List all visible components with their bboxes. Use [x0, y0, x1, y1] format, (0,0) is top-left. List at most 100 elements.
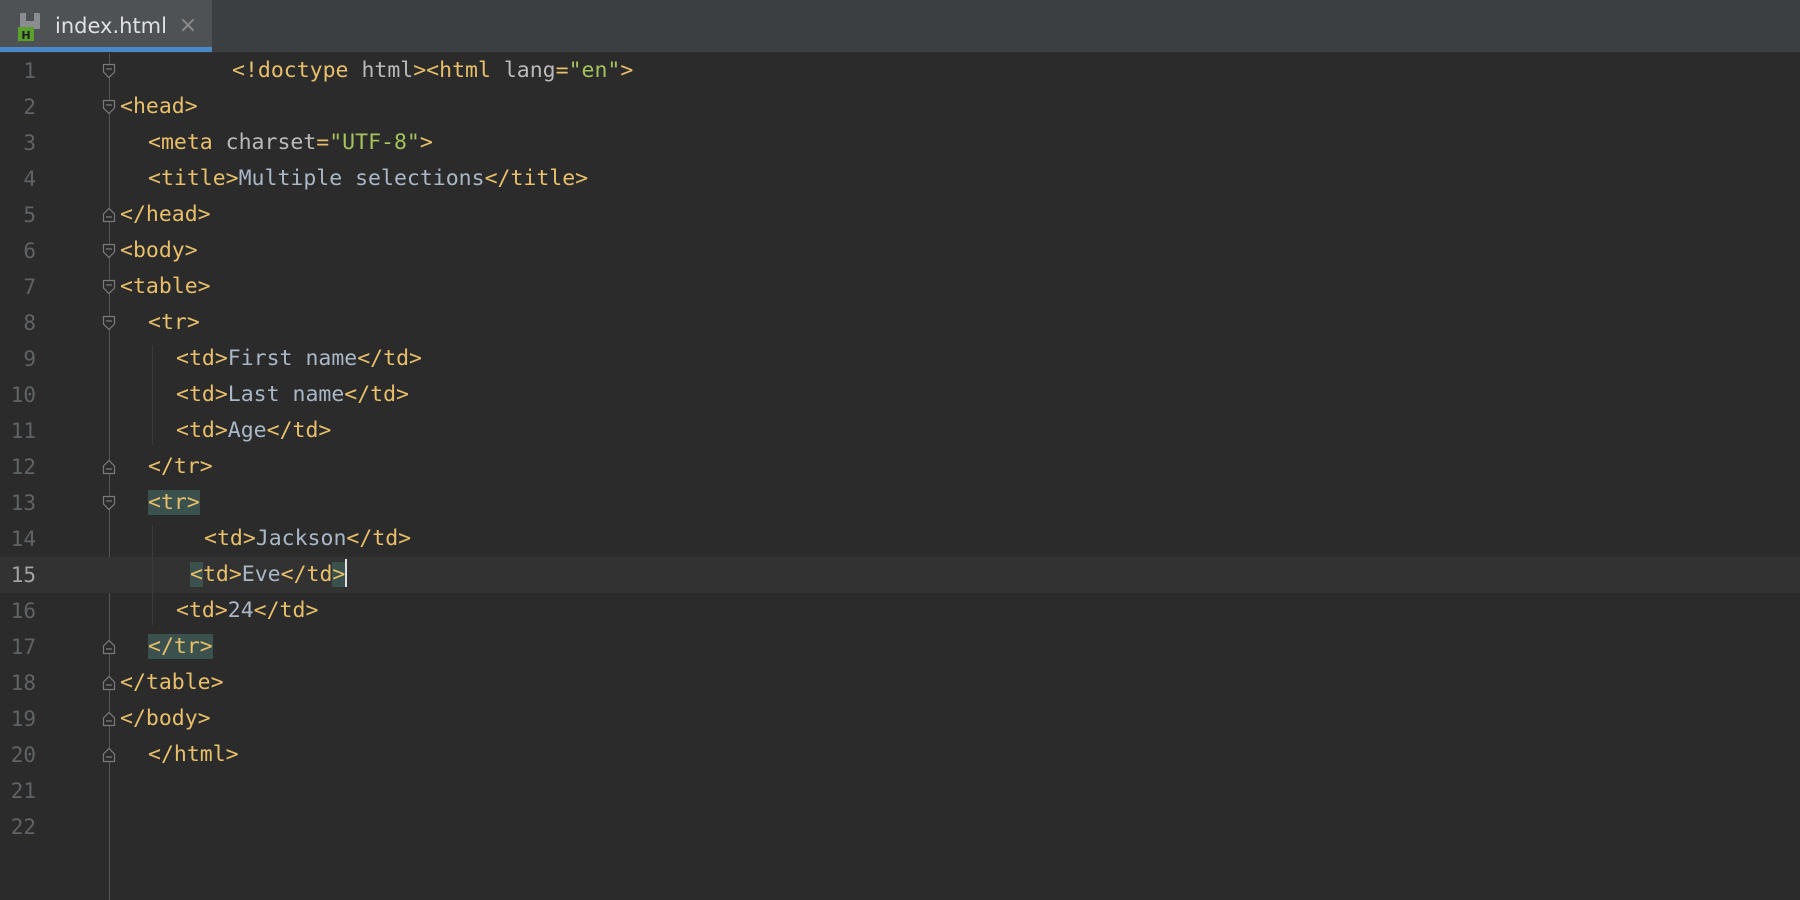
indent-guide: [152, 345, 153, 445]
line-number: 5: [23, 203, 36, 227]
code-token: </td>: [346, 526, 412, 551]
code-token: <td>: [204, 526, 256, 551]
code-token: </table>: [120, 670, 224, 695]
code-token: </body>: [120, 706, 211, 731]
code-token: <tr>: [148, 490, 200, 515]
code-token: Last name: [227, 382, 345, 407]
fold-open-icon[interactable]: [102, 63, 116, 79]
fold-close-icon[interactable]: [102, 675, 116, 691]
code-text: </html>: [148, 737, 239, 773]
code-token: <: [190, 562, 203, 587]
code-token: >: [419, 130, 433, 155]
code-text: <td>Eve</td>: [190, 557, 348, 593]
code-token: <body>: [120, 238, 198, 263]
line-number: 6: [23, 239, 36, 263]
code-line[interactable]: 17 </tr>: [0, 629, 1800, 665]
fold-close-icon[interactable]: [102, 711, 116, 727]
code-token: =: [316, 130, 330, 155]
code-line[interactable]: 8 <tr>: [0, 305, 1800, 341]
code-text: </tr>: [148, 629, 213, 665]
code-token: >: [620, 58, 634, 83]
code-token: Multiple selections: [238, 166, 485, 191]
line-number: 4: [23, 167, 36, 191]
code-text: <head>: [120, 89, 198, 125]
code-token: 24: [227, 598, 254, 623]
close-tab-icon[interactable]: ×: [176, 14, 200, 38]
code-text: </body>: [120, 701, 211, 737]
editor-tab-bar: H index.html ×: [0, 0, 1800, 53]
code-line[interactable]: 21: [0, 773, 1800, 809]
code-line[interactable]: 4 <title>Multiple selections</title>: [0, 161, 1800, 197]
line-number: 8: [23, 311, 36, 335]
line-number: 19: [10, 707, 36, 731]
code-line[interactable]: 1 <!doctype html><html lang="en">: [0, 53, 1800, 89]
code-line[interactable]: 18 </table>: [0, 665, 1800, 701]
code-token: <td>: [176, 418, 228, 443]
code-token: html: [361, 58, 414, 83]
code-line[interactable]: 22: [0, 809, 1800, 845]
fold-open-icon[interactable]: [102, 495, 116, 511]
code-text: </tr>: [148, 449, 213, 485]
code-text: <td>Last name</td>: [176, 377, 409, 413]
html-file-icon: H: [18, 13, 40, 41]
code-line[interactable]: 13 <tr>: [0, 485, 1800, 521]
fold-open-icon[interactable]: [102, 315, 116, 331]
line-number: 3: [23, 131, 36, 155]
code-line[interactable]: 7 <table>: [0, 269, 1800, 305]
code-line[interactable]: 10 <td>Last name</td>: [0, 377, 1800, 413]
tab-index-html[interactable]: H index.html ×: [0, 0, 212, 52]
code-token: "UTF-8": [329, 130, 420, 155]
line-number: 20: [10, 743, 36, 767]
code-token: </td>: [266, 418, 332, 443]
fold-open-icon[interactable]: [102, 279, 116, 295]
fold-close-icon[interactable]: [102, 639, 116, 655]
code-token: <td>: [176, 382, 228, 407]
code-line[interactable]: 3 <meta charset="UTF-8">: [0, 125, 1800, 161]
code-line[interactable]: 12 </tr>: [0, 449, 1800, 485]
code-text: <td>24</td>: [176, 593, 318, 629]
code-token: charset: [225, 130, 317, 155]
code-token: <table>: [120, 274, 211, 299]
code-token: <meta: [148, 130, 226, 155]
code-token: >: [332, 562, 346, 587]
line-number: 22: [10, 815, 36, 839]
code-line[interactable]: 5 </head>: [0, 197, 1800, 233]
text-caret: [345, 559, 348, 587]
code-token: Age: [227, 418, 267, 443]
code-token: </title>: [484, 166, 589, 191]
code-line[interactable]: 11 <td>Age</td>: [0, 413, 1800, 449]
indent-guide: [152, 525, 153, 625]
fold-close-icon[interactable]: [102, 459, 116, 475]
code-text: <td>Age</td>: [176, 413, 331, 449]
code-token: lang: [503, 58, 556, 83]
line-number: 12: [10, 455, 36, 479]
code-line[interactable]: 16 <td>24</td>: [0, 593, 1800, 629]
line-number: 14: [10, 527, 36, 551]
code-text: <td>First name</td>: [176, 341, 422, 377]
code-line[interactable]: 2 <head>: [0, 89, 1800, 125]
code-token: <title>: [148, 166, 239, 191]
code-editor[interactable]: 1 <!doctype html><html lang="en"> 2 <head> 3…: [0, 53, 1800, 900]
fold-open-icon[interactable]: [102, 243, 116, 259]
line-number: 18: [10, 671, 36, 695]
code-text: </head>: [120, 197, 211, 233]
code-token: </td>: [357, 346, 422, 371]
fold-close-icon[interactable]: [102, 207, 116, 223]
code-line[interactable]: 15 <td>Eve</td>: [0, 557, 1800, 593]
code-token: "en": [568, 58, 621, 83]
code-token: </html>: [148, 742, 239, 767]
active-tab-indicator: [0, 47, 212, 52]
code-line[interactable]: 19 </body>: [0, 701, 1800, 737]
code-line[interactable]: 14 <td>Jackson</td>: [0, 521, 1800, 557]
code-line[interactable]: 6 <body>: [0, 233, 1800, 269]
fold-close-icon[interactable]: [102, 747, 116, 763]
line-number: 13: [10, 491, 36, 515]
code-text: <tr>: [148, 305, 200, 341]
code-text: <table>: [120, 269, 211, 305]
code-line[interactable]: 9 <td>First name</td>: [0, 341, 1800, 377]
code-line[interactable]: 20 </html>: [0, 737, 1800, 773]
code-text: <tr>: [148, 485, 200, 521]
code-token: </td: [280, 562, 333, 587]
code-text: <meta charset="UTF-8">: [148, 125, 433, 161]
fold-open-icon[interactable]: [102, 99, 116, 115]
